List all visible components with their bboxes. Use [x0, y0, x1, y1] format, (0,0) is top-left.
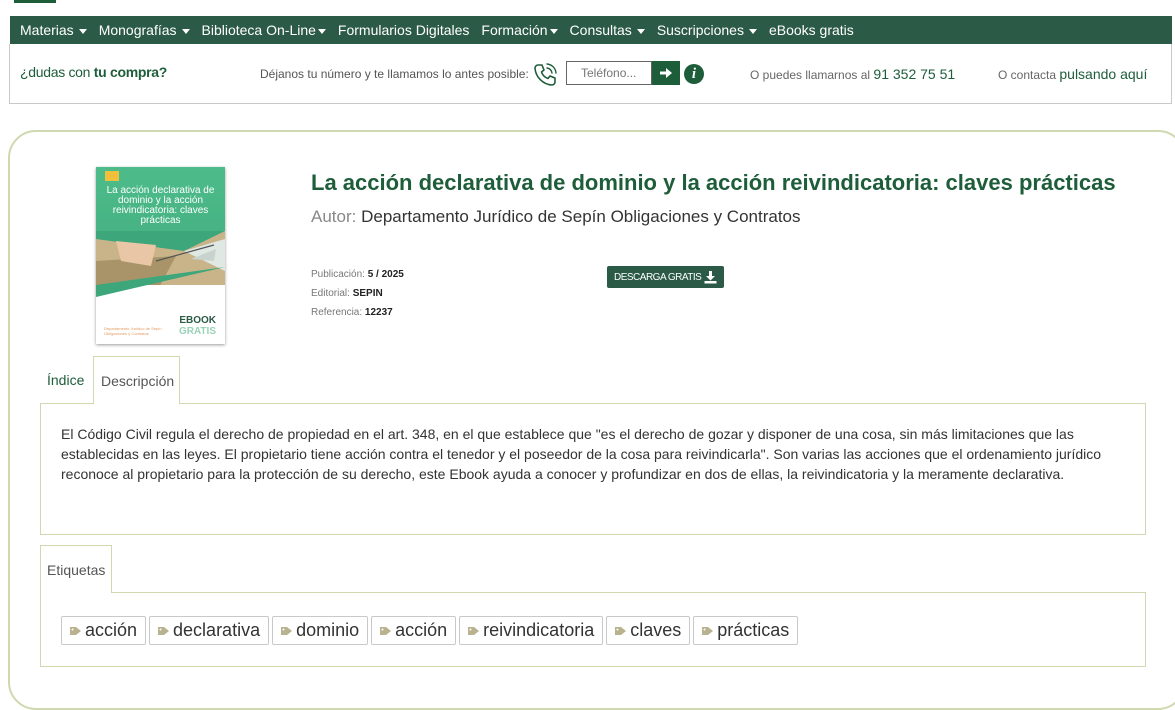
purchase-help-bold: tu compra?: [93, 64, 168, 80]
tag-label: dominio: [296, 620, 360, 640]
caret-down-icon: [636, 28, 645, 34]
publication-value: 5 / 2025: [367, 269, 404, 280]
caret-down-icon: [748, 28, 757, 34]
nav-item-label: Monografías: [98, 22, 177, 38]
cover-badge-line1: EBOOK: [179, 315, 216, 326]
tag-icon: [70, 626, 81, 635]
nav-item-biblioteca[interactable]: Biblioteca On-Line: [202, 22, 326, 38]
cover-title: La acción declarativa de dominio y la ac…: [106, 185, 215, 226]
caret-down-icon: [317, 28, 326, 34]
nav-item-label: Suscripciones: [656, 22, 744, 38]
tag-label: declarativa: [173, 620, 261, 640]
cover-credit-line2: Obligaciones y Contratos: [104, 331, 149, 336]
nav-item-suscripciones[interactable]: Suscripciones: [657, 22, 757, 38]
tag-icon: [380, 626, 392, 635]
download-icon: [704, 270, 717, 283]
nav-item-monografias[interactable]: Monografías: [99, 22, 190, 38]
contact-us-text: O contacta pulsando aquí: [998, 66, 1147, 82]
call-us-text: O puedes llamarnos al 91 352 75 51: [750, 66, 955, 82]
publication-info: Publicación: 5 / 2025: [311, 269, 404, 280]
cover-logo-mark: [105, 171, 119, 181]
contact-link[interactable]: pulsando aquí: [1059, 66, 1147, 82]
cover-badge: EBOOK GRATIS: [179, 315, 216, 337]
contact-bar: ¿dudas con tu compra? Déjanos tu número …: [9, 44, 1172, 104]
description-panel: El Código Civil regula el derecho de pro…: [40, 403, 1146, 535]
caret-down-icon: [181, 28, 190, 34]
publication-label: Publicación:: [311, 269, 368, 280]
tag-label: claves: [630, 620, 682, 640]
caret-down-icon: [78, 28, 87, 34]
reference-value: 12237: [364, 307, 393, 318]
cover-badge-line2: GRATIS: [178, 326, 216, 337]
reference-label: Referencia:: [311, 307, 365, 318]
nav-item-ebooks[interactable]: eBooks gratis: [769, 22, 854, 38]
book-author: Autor: Departamento Jurídico de Sepín Ob…: [311, 207, 801, 227]
tag-icon: [702, 626, 714, 635]
call-us-prefix: O puedes llamarnos al: [750, 68, 874, 82]
editorial-label: Editorial:: [311, 288, 353, 299]
tag-icon: [158, 626, 170, 635]
tag-item[interactable]: claves: [606, 616, 691, 645]
tag-label: reivindicatoria: [483, 620, 595, 640]
tag-item[interactable]: prácticas: [693, 616, 799, 645]
tag-item[interactable]: reivindicatoria: [459, 616, 604, 645]
nav-item-formularios[interactable]: Formularios Digitales: [338, 22, 469, 38]
tab-etiquetas[interactable]: Etiquetas: [40, 545, 112, 593]
reference-info: Referencia: 12237: [311, 307, 393, 318]
main-nav: Materias Monografías Biblioteca On-Line …: [10, 16, 1172, 44]
caret-down-icon: [549, 28, 558, 34]
nav-item-label: Consultas: [569, 22, 632, 38]
download-free-button[interactable]: DESCARGA GRATIS: [607, 266, 725, 288]
book-title: La acción declarativa de dominio y la ac…: [311, 170, 1116, 195]
nav-item-materias[interactable]: Materias: [20, 22, 87, 38]
logo-bar: [14, 0, 56, 3]
editorial-value: SEPIN: [352, 288, 383, 299]
tag-label: acción: [85, 620, 138, 640]
nav-item-formacion[interactable]: Formación: [481, 22, 558, 38]
book-cover-image[interactable]: La acción declarativa de dominio y la ac…: [96, 167, 225, 344]
nav-item-label: Formación: [481, 22, 548, 38]
cover-credit: Departamento Jurídico de Sepín Obligacion…: [104, 326, 162, 336]
tag-icon: [281, 626, 293, 635]
tag-item[interactable]: dominio: [272, 616, 369, 645]
phone-input[interactable]: [566, 61, 652, 85]
tag-item[interactable]: acción: [371, 616, 457, 645]
site-logo-strip: [0, 0, 1175, 16]
info-icon[interactable]: i: [684, 64, 704, 84]
purchase-help-prefix: ¿dudas con: [20, 64, 94, 80]
tag-icon: [468, 626, 480, 635]
tag-item[interactable]: declarativa: [149, 616, 270, 645]
cover-triangle: [96, 267, 225, 297]
nav-item-consultas[interactable]: Consultas: [570, 22, 645, 38]
tag-label: acción: [395, 620, 448, 640]
purchase-help-text: ¿dudas con tu compra?: [20, 64, 167, 80]
author-label: Autor:: [311, 207, 362, 226]
author-name: Departamento Jurídico de Sepín Obligacio…: [361, 207, 801, 226]
tag-list: acción declarativa dominio acción reivin…: [61, 616, 801, 645]
tag-item[interactable]: acción: [61, 616, 147, 645]
nav-item-label: Materias: [20, 22, 74, 38]
description-text: El Código Civil regula el derecho de pro…: [61, 426, 1102, 482]
submit-phone-button[interactable]: [652, 61, 680, 85]
tab-descripcion[interactable]: Descripción: [93, 356, 180, 404]
tab-indice[interactable]: Índice: [47, 372, 84, 388]
nav-item-label: Biblioteca On-Line: [201, 22, 316, 38]
callback-text: Déjanos tu número y te llamamos lo antes…: [260, 67, 529, 81]
phone-number[interactable]: 91 352 75 51: [873, 66, 955, 82]
arrow-right-icon: [660, 68, 672, 78]
nav-item-label: eBooks gratis: [768, 22, 854, 38]
download-label: DESCARGA GRATIS: [614, 271, 702, 283]
tag-label: prácticas: [717, 620, 790, 640]
tag-icon: [615, 626, 627, 635]
contact-us-prefix: O contacta: [998, 68, 1060, 82]
editorial-info: Editorial: SEPIN: [311, 288, 383, 299]
nav-item-label: Formularios Digitales: [337, 22, 470, 38]
phone-ringing-icon: [534, 63, 557, 86]
